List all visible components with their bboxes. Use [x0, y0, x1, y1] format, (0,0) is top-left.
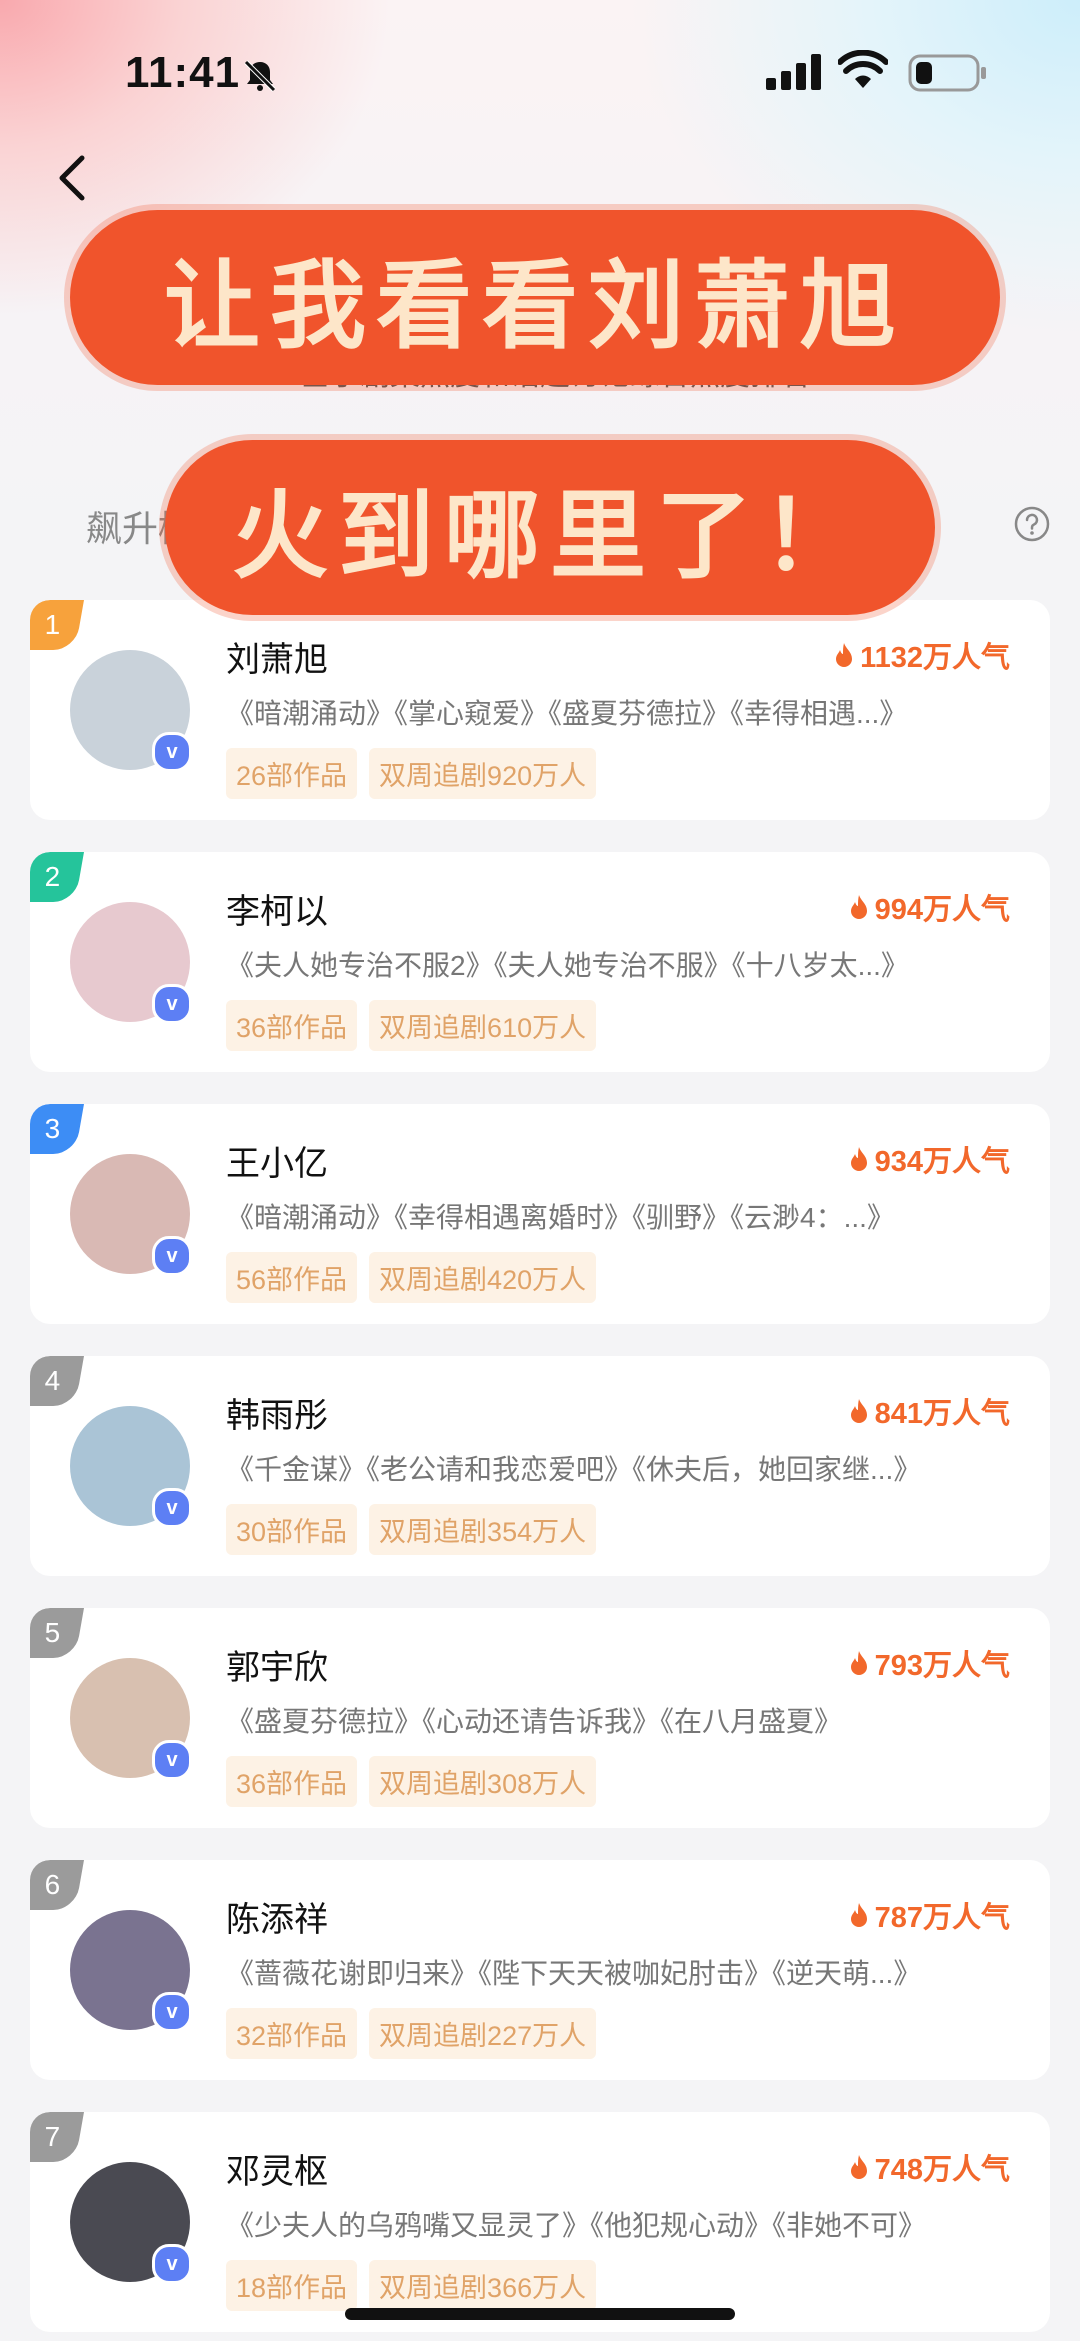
rank-badge: 7: [30, 2112, 84, 2162]
rank-badge: 1: [30, 600, 84, 650]
chase-count-tag: 双周追剧354万人: [369, 1504, 597, 1555]
actor-name[interactable]: 王小亿: [226, 1136, 328, 1185]
home-indicator: [345, 2308, 735, 2320]
battery-icon: [908, 54, 986, 92]
flame-icon: [850, 895, 867, 919]
actor-name[interactable]: 李柯以: [226, 884, 328, 933]
tag-row: 56部作品 双周追剧420万人: [226, 1252, 597, 1303]
works-list: 《千金谋》《老公请和我恋爱吧》《休夫后，她回家继...》: [226, 1454, 922, 1485]
works-count-tag: 36部作品: [226, 1000, 358, 1051]
rank-number: 6: [44, 1869, 61, 1900]
ranking-card[interactable]: 3 v 王小亿 934万人气 《暗潮涌动》《幸得相遇离婚时》《驯野》《云渺4：.…: [30, 1104, 1050, 1324]
flame-icon: [850, 1903, 867, 1927]
popularity-value: 1132万人气: [860, 642, 1010, 674]
works-list: 《暗潮涌动》《幸得相遇离婚时》《驯野》《云渺4：...》: [226, 1202, 895, 1233]
chase-count-tag: 双周追剧610万人: [369, 1000, 597, 1051]
verified-icon: v: [152, 1740, 192, 1780]
works-count-tag: 26部作品: [226, 748, 358, 799]
flame-icon: [850, 1399, 867, 1423]
status-bar: 11:41: [0, 0, 1080, 140]
popularity: 787万人气: [849, 1894, 1010, 1936]
ranking-card[interactable]: 2 v 李柯以 994万人气 《夫人她专治不服2》《夫人她专治不服》《十八岁太.…: [30, 852, 1050, 1072]
chase-count-tag: 双周追剧420万人: [369, 1252, 597, 1303]
tag-row: 26部作品 双周追剧920万人: [226, 748, 597, 799]
verified-icon: v: [152, 1992, 192, 2032]
rank-number: 3: [44, 1113, 61, 1144]
verified-icon: v: [152, 2244, 192, 2284]
popularity-value: 994万人气: [874, 894, 1010, 926]
actor-name[interactable]: 郭宇欣: [226, 1640, 328, 1689]
popularity-value: 793万人气: [874, 1650, 1010, 1682]
works-count-tag: 18部作品: [226, 2260, 358, 2311]
flame-icon: [850, 2155, 867, 2179]
popularity-value: 748万人气: [874, 2154, 1010, 2186]
works-list: 《蔷薇花谢即归来》《陛下天天被咖妃肘击》《逆天萌...》: [226, 1958, 922, 1989]
overlay-banner-line-2: 火到哪里了！: [165, 440, 935, 615]
rank-badge: 3: [30, 1104, 84, 1154]
cellular-signal-icon: [766, 54, 821, 90]
works-count-tag: 32部作品: [226, 2008, 358, 2059]
actor-name[interactable]: 邓灵枢: [226, 2144, 328, 2193]
tag-row: 32部作品 双周追剧227万人: [226, 2008, 597, 2059]
tag-row: 30部作品 双周追剧354万人: [226, 1504, 597, 1555]
wifi-icon: [838, 50, 888, 88]
verified-icon: v: [152, 732, 192, 772]
actor-name[interactable]: 刘萧旭: [226, 632, 328, 681]
tag-row: 18部作品 双周追剧366万人: [226, 2260, 597, 2311]
popularity-value: 787万人气: [874, 1902, 1010, 1934]
rank-number: 7: [44, 2121, 61, 2152]
tag-row: 36部作品 双周追剧610万人: [226, 1000, 597, 1051]
rank-number: 5: [44, 1617, 61, 1648]
chase-count-tag: 双周追剧227万人: [369, 2008, 597, 2059]
ranking-card[interactable]: 1 v 刘萧旭 1132万人气 《暗潮涌动》《掌心窥爱》《盛夏芬德拉》《幸得相遇…: [30, 600, 1050, 820]
flame-icon: [850, 1651, 867, 1675]
verified-icon: v: [152, 1236, 192, 1276]
rank-badge: 6: [30, 1860, 84, 1910]
verified-icon: v: [152, 984, 192, 1024]
ranking-card[interactable]: 5 v 郭宇欣 793万人气 《盛夏芬德拉》《心动还请告诉我》《在八月盛夏》 3…: [30, 1608, 1050, 1828]
rank-badge: 4: [30, 1356, 84, 1406]
ranking-card[interactable]: 4 v 韩雨彤 841万人气 《千金谋》《老公请和我恋爱吧》《休夫后，她回家继.…: [30, 1356, 1050, 1576]
works-list: 《盛夏芬德拉》《心动还请告诉我》《在八月盛夏》: [226, 1706, 843, 1737]
popularity-value: 841万人气: [874, 1398, 1010, 1430]
tag-row: 36部作品 双周追剧308万人: [226, 1756, 597, 1807]
popularity: 793万人气: [849, 1642, 1010, 1684]
status-time: 11:41: [125, 48, 241, 97]
ranking-card[interactable]: 6 v 陈添祥 787万人气 《蔷薇花谢即归来》《陛下天天被咖妃肘击》《逆天萌.…: [30, 1860, 1050, 2080]
rank-badge: 5: [30, 1608, 84, 1658]
actor-name[interactable]: 陈添祥: [226, 1892, 328, 1941]
back-arrow-icon[interactable]: [48, 148, 98, 208]
popularity-value: 934万人气: [874, 1146, 1010, 1178]
rank-number: 1: [44, 609, 61, 640]
popularity: 934万人气: [849, 1138, 1010, 1180]
chase-count-tag: 双周追剧366万人: [369, 2260, 597, 2311]
popularity: 1132万人气: [834, 634, 1010, 676]
chase-count-tag: 双周追剧308万人: [369, 1756, 597, 1807]
actor-name[interactable]: 韩雨彤: [226, 1388, 328, 1437]
popularity: 994万人气: [849, 886, 1010, 928]
works-list: 《少夫人的乌鸦嘴又显灵了》《他犯规心动》《非她不可》: [226, 2210, 927, 2241]
works-count-tag: 56部作品: [226, 1252, 358, 1303]
rank-number: 4: [44, 1365, 61, 1396]
rank-badge: 2: [30, 852, 84, 902]
verified-icon: v: [152, 1488, 192, 1528]
works-list: 《暗潮涌动》《掌心窥爱》《盛夏芬德拉》《幸得相遇...》: [226, 698, 908, 729]
overlay-banner-line-1: 让我看看刘萧旭: [70, 210, 1000, 385]
rank-number: 2: [44, 861, 61, 892]
works-count-tag: 36部作品: [226, 1756, 358, 1807]
ranking-card[interactable]: 7 v 邓灵枢 748万人气 《少夫人的乌鸦嘴又显灵了》《他犯规心动》《非她不可…: [30, 2112, 1050, 2332]
works-list: 《夫人她专治不服2》《夫人她专治不服》《十八岁太...》: [226, 950, 909, 981]
popularity: 748万人气: [849, 2146, 1010, 2188]
flame-icon: [836, 643, 853, 667]
help-icon[interactable]: [1012, 504, 1052, 544]
popularity: 841万人气: [849, 1390, 1010, 1432]
bell-muted-icon: [244, 60, 276, 92]
chase-count-tag: 双周追剧920万人: [369, 748, 597, 799]
flame-icon: [850, 1147, 867, 1171]
works-count-tag: 30部作品: [226, 1504, 358, 1555]
